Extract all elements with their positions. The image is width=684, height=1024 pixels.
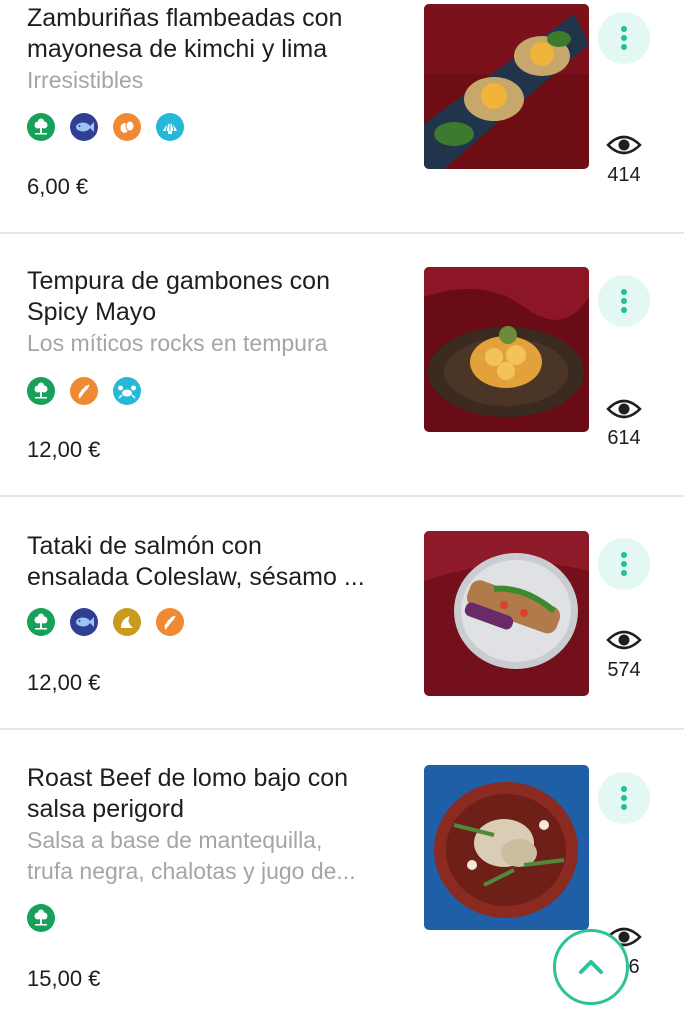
dish-card[interactable]: Zamburiñas flambeadas con mayonesa de ki… <box>0 0 684 234</box>
eye-icon <box>606 135 642 155</box>
dish-price: 12,00 € <box>27 437 101 462</box>
vegetarian-icon <box>27 608 55 636</box>
dish-description: Irresistibles <box>27 67 144 93</box>
more-options-button[interactable] <box>598 538 650 590</box>
dish-description: Salsa a base de mantequilla, trufa negra… <box>27 827 356 884</box>
dish-title: Tataki de salmón con ensalada Coleslaw, … <box>27 532 365 591</box>
dish-photo[interactable] <box>424 4 589 169</box>
dish-description: Los míticos rocks en tempura <box>27 330 328 356</box>
vegetarian-icon <box>27 377 55 405</box>
vegetarian-icon <box>27 113 55 141</box>
scroll-top-button[interactable] <box>553 929 629 1005</box>
mustard-icon <box>113 608 141 636</box>
shellfish-icon <box>156 113 184 141</box>
more-options-button[interactable] <box>598 772 650 824</box>
dish-card[interactable]: Tataki de salmón con ensalada Coleslaw, … <box>0 497 684 730</box>
gluten-icon <box>156 608 184 636</box>
allergen-list <box>27 113 184 141</box>
dish-photo[interactable] <box>424 765 589 930</box>
allergen-list <box>27 377 141 405</box>
dish-price: 12,00 € <box>27 670 101 695</box>
dish-title: Zamburiñas flambeadas con mayonesa de ki… <box>27 4 343 63</box>
dish-price: 6,00 € <box>27 174 89 199</box>
dish-title: Tempura de gambones con Spicy Mayo <box>27 267 330 326</box>
more-options-button[interactable] <box>598 12 650 64</box>
dish-price: 15,00 € <box>27 966 101 991</box>
eye-icon <box>606 399 642 419</box>
more-options-button[interactable] <box>598 275 650 327</box>
dish-title: Roast Beef de lomo bajo con salsa perigo… <box>27 764 349 823</box>
vegetarian-icon <box>27 904 55 932</box>
fish-icon <box>70 113 98 141</box>
view-count: 574 <box>607 659 641 681</box>
view-count: 414 <box>607 164 641 186</box>
dish-photo[interactable] <box>424 267 589 432</box>
view-count: 614 <box>607 427 641 449</box>
gluten-icon <box>70 377 98 405</box>
dish-photo[interactable] <box>424 531 589 696</box>
allergen-list <box>27 608 184 636</box>
allergen-list <box>27 904 55 932</box>
dish-card[interactable]: Tempura de gambones con Spicy Mayo Los m… <box>0 234 684 497</box>
chevron-up-icon <box>579 960 603 974</box>
egg-icon <box>113 113 141 141</box>
eye-icon <box>606 630 642 650</box>
crustacean-icon <box>113 377 141 405</box>
fish-icon <box>70 608 98 636</box>
